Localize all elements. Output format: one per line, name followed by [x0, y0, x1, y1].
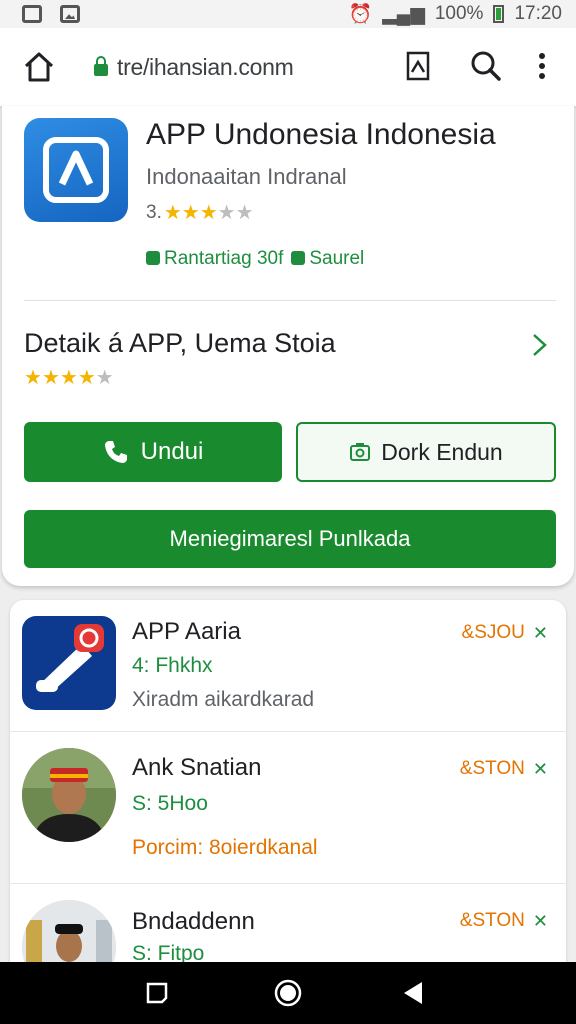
star-filled-icon: ★ — [199, 202, 218, 224]
app-rating: 3. ★ ★ ★ ★ ★ — [146, 202, 254, 224]
clock: 17:20 — [514, 3, 562, 24]
back-triangle-icon — [404, 982, 422, 1004]
phone-icon — [104, 441, 127, 463]
bookmark-icon — [406, 51, 430, 81]
star-empty-icon: ★ — [235, 202, 254, 224]
list-item-title: Bndaddenn — [132, 908, 255, 935]
star-filled-icon: ★ — [77, 367, 96, 389]
expand-icon: ✕ — [532, 622, 548, 643]
app-logo-icon — [43, 137, 109, 203]
home-icon — [24, 52, 54, 82]
recents-button[interactable] — [142, 978, 172, 1008]
status-bar: ⏰ ▂▄▆ 100% 17:20 — [0, 0, 576, 28]
back-button[interactable] — [398, 978, 428, 1008]
list-item-price: &STON ✕ — [459, 758, 548, 779]
app-detail-card: APP Undonesia Indonesia Indonaaitan Indr… — [2, 106, 574, 586]
alarm-icon: ⏰ — [348, 4, 373, 25]
recents-icon — [146, 982, 168, 1004]
expand-icon: ✕ — [532, 910, 548, 931]
avatar — [22, 748, 116, 842]
secondary-button-label: Dork Endun — [381, 438, 503, 465]
wide-action-button[interactable]: Meniegimaresl Punlkada — [24, 510, 556, 568]
rating-stars: ★ ★ ★ ★ ★ — [164, 203, 254, 223]
app-developer: Indonaaitan Indranal — [146, 164, 347, 189]
rating-value: 3. — [146, 202, 162, 223]
search-icon — [471, 51, 501, 81]
secondary-button[interactable]: Dork Endun — [296, 422, 556, 482]
star-filled-icon: ★ — [41, 367, 60, 389]
detail-section-title[interactable]: Detaik á APP, Uema Stoia — [24, 328, 336, 359]
list-item-title: Ank Snatian — [132, 754, 262, 781]
detail-arrow-button[interactable] — [528, 330, 552, 360]
url-text: tre/ihansian.conm — [117, 53, 294, 80]
app-icon — [24, 118, 128, 222]
list-item-title: APP Aaria — [132, 618, 241, 645]
list-item-subtitle: 4: Fhkhx — [132, 654, 213, 677]
app-badges: Rantartiag 30f Saurel — [146, 248, 364, 270]
badge-icon — [291, 251, 306, 265]
list-item[interactable]: APP Aaria 4: Fhkhx Xiradm aikardkarad &S… — [10, 600, 566, 732]
address-bar[interactable]: tre/ihansian.conm — [80, 42, 452, 92]
person-avatar-icon — [22, 748, 116, 842]
battery-icon — [493, 5, 505, 23]
home-circle-icon — [274, 979, 302, 1007]
more-vert-icon — [539, 53, 545, 79]
related-apps-list: APP Aaria 4: Fhkhx Xiradm aikardkarad &S… — [10, 600, 566, 980]
list-item[interactable]: Ank Snatian S: 5Hoo Porcim: 8oierdkanal … — [10, 732, 566, 884]
app-title: APP Undonesia Indonesia — [146, 118, 496, 151]
lock-icon — [94, 56, 108, 76]
list-item-description: Porcim: 8oierdkanal — [132, 836, 318, 859]
bookmark-button[interactable] — [400, 48, 436, 84]
chevron-right-icon — [533, 334, 547, 356]
list-item-description: Xiradm aikardkarad — [132, 688, 315, 711]
badge-rating: Rantartiag 30f — [146, 248, 283, 270]
home-button[interactable] — [22, 50, 56, 84]
star-filled-icon: ★ — [181, 202, 200, 224]
app-aaria-icon — [22, 616, 116, 710]
list-item-price: &SJOU ✕ — [461, 622, 548, 643]
detail-rating-stars: ★ ★ ★ ★ ★ — [24, 368, 114, 388]
divider — [24, 300, 556, 301]
signal-icon: ▂▄▆ — [382, 3, 425, 25]
list-item-price: &STON ✕ — [459, 910, 548, 931]
expand-icon: ✕ — [532, 758, 548, 779]
download-button[interactable]: Undui — [24, 422, 282, 482]
notification-icon — [22, 5, 42, 23]
system-nav-bar — [0, 962, 576, 1024]
image-notification-icon — [60, 5, 80, 23]
shoe-icon — [36, 624, 104, 692]
browser-toolbar: tre/ihansian.conm — [0, 28, 576, 106]
star-empty-icon: ★ — [217, 202, 236, 224]
badge-saved: Saurel — [291, 248, 364, 270]
wide-action-label: Meniegimaresl Punlkada — [169, 526, 411, 551]
star-filled-icon: ★ — [24, 367, 42, 389]
star-filled-icon: ★ — [59, 367, 78, 389]
overflow-menu-button[interactable] — [528, 48, 556, 84]
star-empty-icon: ★ — [95, 367, 114, 389]
camera-icon — [350, 443, 371, 461]
home-nav-button[interactable] — [273, 978, 303, 1008]
badge-icon — [146, 251, 160, 265]
search-button[interactable] — [468, 48, 504, 84]
download-button-label: Undui — [140, 438, 204, 465]
battery-text: 100% — [434, 3, 484, 24]
star-filled-icon: ★ — [163, 202, 182, 224]
list-item-subtitle: S: 5Hoo — [132, 792, 208, 815]
